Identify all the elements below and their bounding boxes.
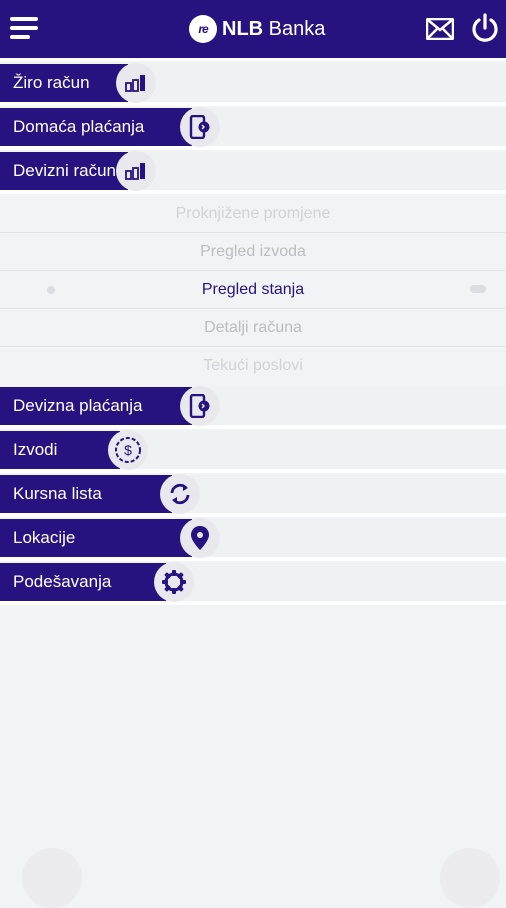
- menu-item-izvodi[interactable]: Izvodi $: [0, 430, 506, 473]
- menu-item-podesavanja[interactable]: Podešavanja: [0, 562, 506, 605]
- brand-name-bold: NLB: [222, 17, 264, 40]
- bar-chart-icon: [116, 63, 156, 103]
- power-icon[interactable]: [471, 13, 499, 43]
- brand-logo: re NLB Banka: [189, 13, 325, 45]
- menu-item-label: Devizni račun: [0, 152, 128, 190]
- submenu-item-proknjizene-promjene[interactable]: Proknjižene promjene: [0, 195, 506, 233]
- location-pin-icon: [180, 518, 220, 558]
- menu-item-kursna-lista[interactable]: Kursna lista: [0, 474, 506, 517]
- menu-item-label: Žiro račun: [0, 64, 128, 102]
- brand-name-rest: Banka: [263, 17, 326, 40]
- menu-item-label: Domaća plaćanja: [0, 108, 192, 146]
- mail-icon[interactable]: [426, 18, 454, 40]
- submenu-item-detalji-racuna[interactable]: Detalji računa: [0, 309, 506, 347]
- carousel-indicator-left: [47, 286, 55, 294]
- menu-item-label: Kursna lista: [0, 475, 172, 513]
- brand-mark: re: [189, 15, 217, 43]
- submenu-item-pregled-izvoda[interactable]: Pregled izvoda: [0, 233, 506, 271]
- submenu-item-tekuci-poslovi[interactable]: Tekući poslovi: [0, 347, 506, 384]
- gear-icon: [154, 562, 194, 602]
- menu-item-devizni-racun[interactable]: Devizni račun: [0, 151, 506, 194]
- svg-text:$: $: [124, 442, 132, 458]
- mobile-payment-icon: [180, 386, 220, 426]
- menu-item-devizna-placanja[interactable]: Devizna plaćanja: [0, 386, 506, 429]
- mobile-payment-icon: [180, 107, 220, 147]
- menu-item-lokacije[interactable]: Lokacije: [0, 518, 506, 561]
- hamburger-icon[interactable]: [10, 17, 38, 39]
- menu-item-label: Podešavanja: [0, 563, 166, 601]
- floating-action-left: [22, 848, 82, 908]
- account-submenu: Proknjižene promjene Pregled izvoda Preg…: [0, 195, 506, 385]
- submenu-item-pregled-stanja[interactable]: Pregled stanja: [0, 271, 506, 309]
- menu-item-label: Izvodi: [0, 431, 120, 469]
- menu-item-ziro-racun[interactable]: Žiro račun: [0, 63, 506, 106]
- dollar-coin-icon: $: [108, 430, 148, 470]
- carousel-indicator-right: [470, 285, 486, 293]
- menu-item-label: Devizna plaćanja: [0, 387, 192, 425]
- menu-item-domaca-placanja[interactable]: Domaća plaćanja: [0, 107, 506, 150]
- bar-chart-icon: [116, 151, 156, 191]
- top-app-bar: re NLB Banka: [0, 0, 506, 61]
- floating-action-right: [440, 848, 500, 908]
- refresh-icon: [160, 474, 200, 514]
- menu-item-label: Lokacije: [0, 519, 192, 557]
